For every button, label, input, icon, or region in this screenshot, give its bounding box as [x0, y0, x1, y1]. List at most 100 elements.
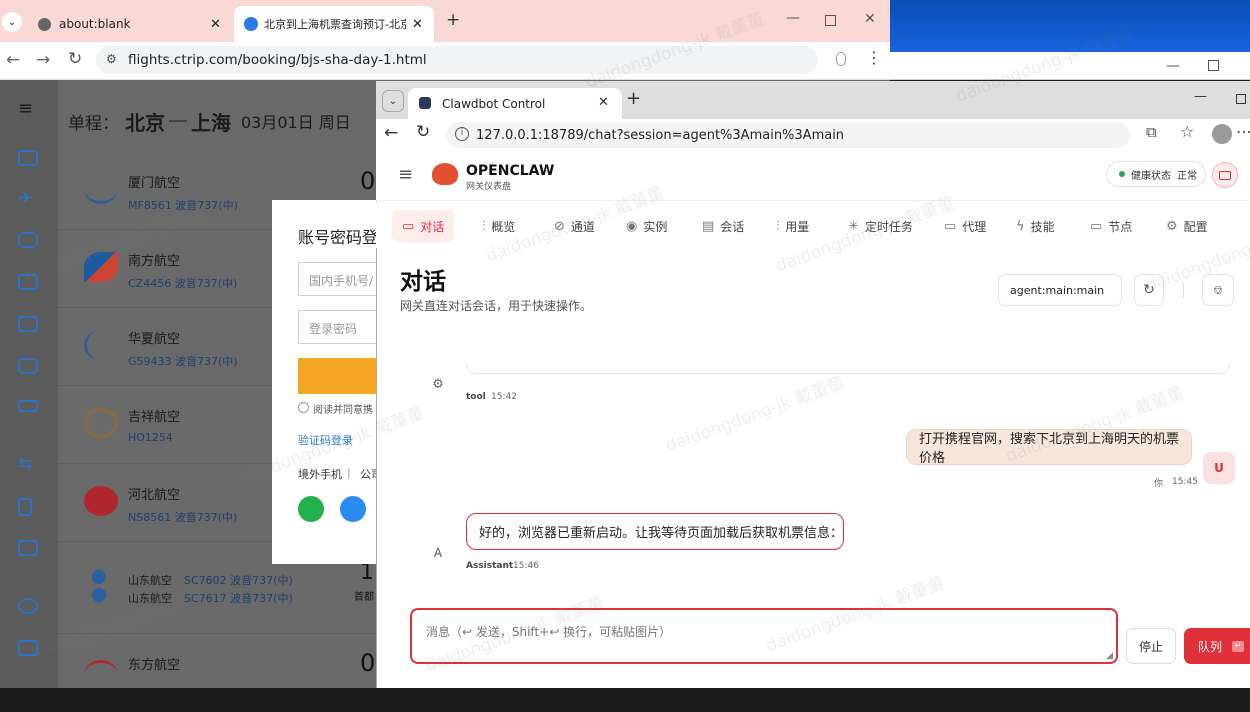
queue-button[interactable]: 队列 ↵	[1184, 628, 1250, 664]
wechat-icon[interactable]	[298, 496, 324, 522]
nav-tab-label: 通道	[570, 219, 595, 234]
message-time: 15:46	[513, 561, 539, 571]
nav-tab[interactable]: ◉ 实例	[616, 210, 677, 242]
maximize-icon[interactable]	[825, 15, 836, 26]
monitor-icon	[1219, 170, 1231, 180]
hotel-icon[interactable]	[18, 150, 38, 166]
minimize-icon[interactable]: —	[1166, 58, 1180, 74]
guide-icon[interactable]	[18, 498, 32, 516]
nav-tab[interactable]: ✳ 定时任务	[838, 210, 923, 242]
maximize-icon[interactable]	[1208, 60, 1219, 71]
profile-avatar[interactable]	[1212, 124, 1232, 144]
status-dot-icon	[1119, 171, 1125, 177]
menu-icon[interactable]: ⋯	[1236, 122, 1250, 141]
flight-code: CZ4456 波音737(中)	[128, 277, 238, 290]
folder-icon: ▭	[944, 218, 957, 234]
nav-tab[interactable]: ⫶ 概览	[472, 210, 525, 242]
message-sender: 你	[1154, 479, 1164, 489]
close-window-icon[interactable]: ✕	[864, 11, 876, 27]
stop-label: 停止	[1138, 639, 1163, 654]
theme-toggle-button[interactable]	[1212, 162, 1238, 188]
stop-button[interactable]: 停止	[1126, 628, 1176, 664]
site-info-icon[interactable]: ⚙	[106, 52, 117, 66]
nav-tab[interactable]: ⫶ 用量	[766, 210, 819, 242]
monitor-icon: ▭	[1090, 218, 1103, 234]
front-address-bar[interactable]: i 127.0.0.1:18789/chat?session=agent%3Am…	[446, 122, 1130, 148]
back-icon[interactable]: ←	[384, 123, 398, 143]
back-icon[interactable]: ←	[6, 50, 20, 70]
maximize-icon[interactable]	[1236, 94, 1246, 104]
reload-icon[interactable]: ↻	[68, 49, 82, 69]
car-icon[interactable]	[18, 400, 38, 412]
globe-icon	[38, 17, 51, 31]
nav-tab[interactable]: ⚙ 配置	[1156, 210, 1218, 242]
openclaw-logo-icon	[432, 163, 458, 185]
nav-tab-label: 对话	[420, 219, 445, 234]
airline-name: 山东航空	[128, 592, 172, 605]
globe-icon[interactable]	[18, 598, 38, 614]
phone-input[interactable]: 国内手机号/	[298, 262, 388, 296]
resize-handle-icon[interactable]: ◢	[1106, 651, 1113, 661]
overseas-phone-link[interactable]: 境外手机	[298, 466, 342, 482]
nav-tab[interactable]: ▭ 节点	[1080, 210, 1142, 242]
thinking-toggle-button[interactable]: ⎊	[1202, 274, 1234, 306]
nav-tab[interactable]: ϟ 技能	[1006, 210, 1065, 242]
health-label: 健康状态	[1131, 170, 1171, 182]
flight-code: HO1254	[128, 431, 173, 444]
plane-icon[interactable]: ✈	[18, 188, 33, 209]
back-address-bar[interactable]: ⚙ flights.ctrip.com/booking/bjs-sha-day-…	[96, 46, 818, 74]
avatar-letter: U	[1214, 461, 1224, 475]
refresh-button[interactable]: ↻	[1134, 274, 1164, 306]
agree-text: 阅读并同意携	[313, 405, 373, 416]
session-select[interactable]: agent:main:main	[998, 274, 1122, 306]
juneyao-logo-icon	[84, 408, 118, 438]
tab-ctrip[interactable]: 北京到上海机票查询预订-北京 ✕	[234, 6, 434, 42]
flight-row[interactable]: 东方航空 0	[58, 634, 388, 712]
nav-tab[interactable]: ▭ 代理	[934, 210, 996, 242]
new-tab-icon[interactable]: +	[446, 10, 460, 30]
extension-icon[interactable]	[836, 52, 846, 66]
site-info-icon[interactable]: i	[455, 127, 469, 141]
login-title: 账号密码登	[298, 228, 379, 247]
tab-clawdbot[interactable]: Clawdbot Control ✕	[408, 88, 622, 119]
nav-tab[interactable]: ⊘ 通道	[544, 210, 605, 242]
tour-bus-icon[interactable]	[18, 540, 38, 556]
forward-icon[interactable]: →	[36, 50, 50, 70]
minimize-icon[interactable]: —	[1194, 89, 1207, 104]
password-input[interactable]: 登录密码	[298, 310, 388, 344]
loader-icon: ✳	[848, 218, 859, 234]
url-text: flights.ctrip.com/booking/bjs-sha-day-1.…	[128, 52, 427, 68]
train-icon[interactable]	[18, 232, 38, 248]
page-title: 对话	[400, 269, 446, 295]
new-tab-icon[interactable]: +	[626, 88, 641, 109]
airline-name: 东方航空	[128, 658, 181, 673]
airline-name: 河北航空	[128, 488, 181, 503]
tab-search-icon[interactable]: ⌄	[2, 12, 22, 32]
hamburger-icon[interactable]: ≡	[18, 98, 33, 119]
extensions-icon[interactable]: ⧉	[1146, 123, 1157, 141]
favorites-icon[interactable]: ☆	[1180, 122, 1194, 141]
qq-icon[interactable]	[340, 496, 366, 522]
message-input[interactable]: 消息（↩ 发送，Shift+↩ 换行，可粘贴图片） ◢	[410, 608, 1118, 664]
sidebar-toggle-icon[interactable]: ≡	[398, 164, 413, 185]
nav-tab[interactable]: ▤ 会话	[692, 210, 754, 242]
user-avatar: U	[1203, 452, 1235, 484]
agree-checkbox[interactable]	[298, 402, 309, 413]
nav-tab[interactable]: ▭ 对话	[392, 210, 455, 242]
tab-about-blank[interactable]: about:blank ✕	[28, 6, 234, 42]
minimize-icon[interactable]: —	[786, 10, 800, 26]
ticket-icon[interactable]	[18, 274, 38, 290]
map-icon[interactable]	[18, 640, 38, 656]
image-icon[interactable]	[18, 316, 38, 332]
brand-subtitle: 网关仪表盘	[466, 182, 512, 192]
login-button[interactable]	[298, 358, 388, 394]
menu-kebab-icon[interactable]: ⋮	[866, 48, 882, 67]
reload-icon[interactable]: ↻	[416, 122, 430, 142]
sms-login-link[interactable]: 验证码登录	[298, 432, 353, 448]
close-tab-icon[interactable]: ✕	[598, 95, 609, 110]
transfer-icon[interactable]: ⇆	[18, 454, 32, 474]
close-tab-icon[interactable]: ✕	[210, 17, 221, 32]
tab-actions-icon[interactable]: ⌄	[382, 90, 404, 112]
bus-icon[interactable]	[18, 358, 38, 374]
close-tab-icon[interactable]: ✕	[412, 17, 423, 32]
